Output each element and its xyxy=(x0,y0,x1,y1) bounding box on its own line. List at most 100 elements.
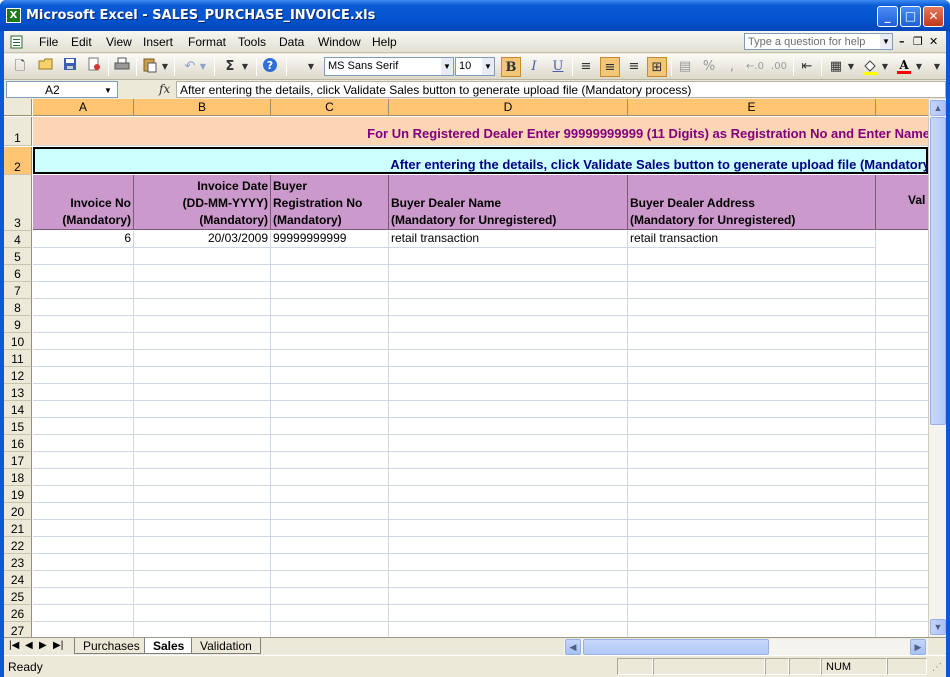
row-header[interactable]: 24 xyxy=(4,571,32,588)
grid-cell[interactable] xyxy=(33,452,134,469)
scroll-down-icon[interactable]: ▼ xyxy=(930,619,946,635)
grid-cell[interactable] xyxy=(389,520,628,537)
grid-cell[interactable] xyxy=(134,520,271,537)
row-header[interactable]: 12 xyxy=(4,367,32,384)
grid-cell[interactable] xyxy=(389,367,628,384)
permission-icon[interactable] xyxy=(84,57,104,77)
name-box-dropdown-icon[interactable]: ▼ xyxy=(104,86,112,95)
menu-file[interactable]: File xyxy=(39,35,58,49)
grid-cell[interactable] xyxy=(876,367,928,384)
column-header-b[interactable]: B xyxy=(134,99,271,116)
column-header-c[interactable]: C xyxy=(271,99,389,116)
grid-cell[interactable] xyxy=(876,265,928,282)
bold-icon[interactable]: B xyxy=(501,57,521,77)
grid-cell[interactable] xyxy=(628,588,876,605)
grid-cell[interactable] xyxy=(389,248,628,265)
indent-icon[interactable]: ⇤ xyxy=(797,57,817,77)
open-icon[interactable] xyxy=(36,57,56,77)
column-header-a[interactable]: A xyxy=(33,99,134,116)
grid-cell[interactable] xyxy=(389,384,628,401)
grid-cell[interactable] xyxy=(628,469,876,486)
column-header-d[interactable]: D xyxy=(389,99,628,116)
column-header-e[interactable]: E xyxy=(628,99,876,116)
grid-cell[interactable] xyxy=(33,265,134,282)
grid-cell[interactable] xyxy=(33,401,134,418)
header-dealer-address[interactable]: Buyer Dealer Address (Mandatory for Unreg… xyxy=(628,175,876,230)
grid-cell[interactable] xyxy=(271,316,389,333)
grid-cell[interactable] xyxy=(271,384,389,401)
font-color-dropdown-icon[interactable]: ▼ xyxy=(914,57,924,77)
grid-cell[interactable] xyxy=(876,605,928,622)
grid-cell[interactable] xyxy=(389,554,628,571)
grid-cell[interactable] xyxy=(876,452,928,469)
header-value[interactable]: Val xyxy=(876,175,928,230)
menu-tools[interactable]: Tools xyxy=(238,35,266,49)
menu-view[interactable]: View xyxy=(106,35,132,49)
workbook-restore-button[interactable]: ❐ xyxy=(913,35,923,48)
align-left-icon[interactable]: ≡ xyxy=(576,57,596,77)
grid-cell[interactable] xyxy=(271,537,389,554)
header-dealer-name[interactable]: Buyer Dealer Name (Mandatory for Unregist… xyxy=(389,175,628,230)
grid-cell[interactable] xyxy=(876,520,928,537)
grid-cell[interactable] xyxy=(271,520,389,537)
grid-cell[interactable] xyxy=(33,503,134,520)
grid-cell[interactable] xyxy=(134,265,271,282)
grid-cell[interactable] xyxy=(628,435,876,452)
workbook-minimize-button[interactable]: – xyxy=(899,35,905,48)
workbook-close-button[interactable]: ✕ xyxy=(929,35,938,48)
grid-cell[interactable] xyxy=(876,588,928,605)
cell-b4[interactable]: 20/03/2009 xyxy=(134,231,271,248)
grid-cell[interactable] xyxy=(876,282,928,299)
grid-cell[interactable] xyxy=(628,401,876,418)
row-header[interactable]: 15 xyxy=(4,418,32,435)
increase-decimal-icon[interactable]: ←.0 xyxy=(745,57,765,77)
grid-cell[interactable] xyxy=(389,571,628,588)
grid-cell[interactable] xyxy=(876,571,928,588)
cell-c4[interactable]: 99999999999 xyxy=(271,231,389,248)
grid-cell[interactable] xyxy=(628,248,876,265)
grid-cell[interactable] xyxy=(33,622,134,637)
row-header[interactable]: 17 xyxy=(4,452,32,469)
row-header[interactable]: 19 xyxy=(4,486,32,503)
row-header[interactable]: 10 xyxy=(4,333,32,350)
grid-cell[interactable] xyxy=(389,401,628,418)
vertical-scrollbar[interactable]: ▲ ▼ xyxy=(928,99,946,637)
grid-cell[interactable] xyxy=(389,418,628,435)
grid-cell[interactable] xyxy=(134,503,271,520)
row-header[interactable]: 22 xyxy=(4,537,32,554)
grid-cell[interactable] xyxy=(134,333,271,350)
grid-cell[interactable] xyxy=(628,622,876,637)
ask-question-input[interactable]: Type a question for help xyxy=(744,33,882,50)
grid-cell[interactable] xyxy=(134,282,271,299)
align-right-icon[interactable]: ≡ xyxy=(624,57,644,77)
cell-a4[interactable]: 6 xyxy=(33,231,134,248)
grid-cell[interactable] xyxy=(271,401,389,418)
grid-cell[interactable] xyxy=(271,571,389,588)
help-icon[interactable]: ? xyxy=(260,57,280,77)
menu-window[interactable]: Window xyxy=(318,35,361,49)
validate-note[interactable]: After entering the details, click Valida… xyxy=(33,147,928,174)
autosum-icon[interactable]: Σ xyxy=(220,57,240,77)
menu-format[interactable]: Format xyxy=(188,35,226,49)
grid-cell[interactable] xyxy=(389,333,628,350)
currency-icon[interactable]: ▤ xyxy=(675,57,695,77)
grid-cell[interactable] xyxy=(389,503,628,520)
grid-cell[interactable] xyxy=(33,333,134,350)
row-header[interactable]: 5 xyxy=(4,248,32,265)
grid-cell[interactable] xyxy=(389,282,628,299)
grid-cell[interactable] xyxy=(33,537,134,554)
grid-cell[interactable] xyxy=(271,299,389,316)
grid-cell[interactable] xyxy=(628,316,876,333)
menu-data[interactable]: Data xyxy=(279,35,304,49)
unregistered-dealer-note[interactable]: For Un Registered Dealer Enter 999999999… xyxy=(33,117,928,146)
menu-insert[interactable]: Insert xyxy=(143,35,173,49)
horizontal-scrollbar[interactable]: ◀ ▶ xyxy=(564,639,928,655)
row-header[interactable]: 23 xyxy=(4,554,32,571)
grid-cell[interactable] xyxy=(271,265,389,282)
grid-cell[interactable] xyxy=(876,248,928,265)
grid-cell[interactable] xyxy=(33,571,134,588)
grid-cell[interactable] xyxy=(134,469,271,486)
menu-edit[interactable]: Edit xyxy=(71,35,92,49)
grid-cell[interactable] xyxy=(628,486,876,503)
fill-color-icon[interactable] xyxy=(860,57,880,77)
